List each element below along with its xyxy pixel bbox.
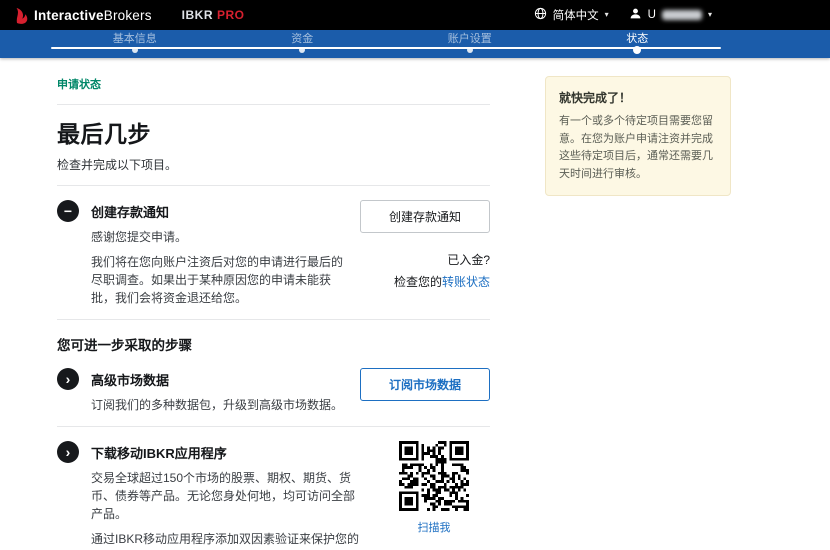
- language-label: 简体中文: [553, 7, 599, 23]
- top-header: InteractiveBrokers IBKRPRO 简体中文 ▾ U ▾: [0, 0, 830, 30]
- create-deposit-notification-button[interactable]: 创建存款通知: [360, 200, 490, 233]
- almost-done-notice: 就快完成了！ 有一个或多个待定项目需要您留意。在您为账户申请注资并完成这些待定项…: [545, 76, 731, 196]
- deposit-item-title: 创建存款通知: [91, 202, 348, 221]
- person-icon: [629, 7, 642, 23]
- mobile-app-description-1: 交易全球超过150个市场的股票、期权、期货、货币、债券等产品。无论您身处何地，均…: [91, 469, 366, 523]
- next-steps-heading: 您可进一步采取的步骤: [57, 334, 490, 354]
- deposit-text-2: 我们将在您向账户注资后对您的申请进行最后的尽职调查。如果出于某种原因您的申请未能…: [91, 253, 348, 307]
- step-basic-info[interactable]: 基本信息: [51, 30, 219, 58]
- user-initial: U: [648, 9, 656, 21]
- deposit-notification-item: − 创建存款通知 感谢您提交申请。 我们将在您向账户注资后对您的申请进行最后的尽…: [57, 200, 490, 307]
- step-dot: [467, 47, 473, 53]
- collapse-icon[interactable]: −: [57, 200, 79, 222]
- mobile-app-description-2: 通过IBKR移动应用程序添加双因素验证来保护您的账户安全。: [91, 530, 366, 550]
- language-selector[interactable]: 简体中文 ▾: [534, 7, 609, 23]
- application-status-label: 申请状态: [57, 76, 490, 92]
- progress-nav: 基本信息 资金 账户设置 状态: [0, 30, 830, 58]
- step-dot: [633, 46, 641, 54]
- mobile-app-title: 下载移动IBKR应用程序: [91, 443, 366, 462]
- mobile-app-item: › 下载移动IBKR应用程序 交易全球超过150个市场的股票、期权、期货、货币、…: [57, 441, 490, 550]
- scan-me-link[interactable]: 扫描我: [418, 519, 451, 535]
- divider: [57, 319, 490, 320]
- check-transfer-status: 检查您的转账状态: [360, 273, 490, 290]
- chevron-down-icon: ▾: [708, 11, 712, 19]
- globe-icon: [534, 7, 547, 23]
- step-funding[interactable]: 资金: [219, 30, 387, 58]
- brand-name: InteractiveBrokers: [34, 8, 152, 23]
- market-data-title: 高级市场数据: [91, 370, 348, 389]
- step-account-settings[interactable]: 账户设置: [386, 30, 554, 58]
- divider: [57, 185, 490, 186]
- notice-title: 就快完成了！: [559, 89, 717, 106]
- divider: [57, 426, 490, 427]
- page-title: 最后几步: [57, 115, 490, 149]
- page-subtitle: 检查并完成以下项目。: [57, 156, 490, 173]
- qr-code: [378, 441, 490, 511]
- step-dot: [132, 47, 138, 53]
- transfer-status-link[interactable]: 转账状态: [442, 275, 490, 289]
- brand: InteractiveBrokers: [14, 7, 152, 24]
- chevron-right-icon: ›: [57, 441, 79, 463]
- subscribe-market-data-button[interactable]: 订阅市场数据: [360, 368, 490, 401]
- product-label: IBKRPRO: [182, 8, 245, 22]
- chevron-down-icon: ▾: [605, 11, 609, 19]
- deposit-text-1: 感谢您提交申请。: [91, 228, 348, 246]
- divider: [57, 104, 490, 105]
- user-menu[interactable]: U ▾: [629, 7, 712, 23]
- funded-question: 已入金?: [360, 251, 490, 268]
- market-data-item: › 高级市场数据 订阅我们的多种数据包，升级到高级市场数据。 订阅市场数据: [57, 368, 490, 414]
- progress-line: [51, 47, 721, 49]
- step-dot: [299, 47, 305, 53]
- user-name-redacted: [662, 10, 702, 20]
- market-data-description: 订阅我们的多种数据包，升级到高级市场数据。: [91, 396, 348, 414]
- ibkr-flame-logo-icon: [14, 7, 29, 24]
- chevron-right-icon: ›: [57, 368, 79, 390]
- step-status[interactable]: 状态: [554, 30, 722, 58]
- sidebar: 就快完成了！ 有一个或多个待定项目需要您留意。在您为账户申请注资并完成这些待定项…: [545, 76, 731, 196]
- notice-body: 有一个或多个待定项目需要您留意。在您为账户申请注资并完成这些待定项目后，通常还需…: [559, 113, 717, 183]
